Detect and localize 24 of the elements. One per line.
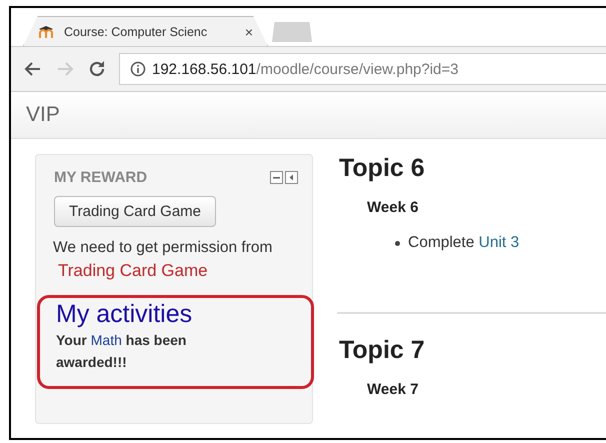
- math-link[interactable]: Math: [90, 332, 122, 348]
- trading-card-game-button[interactable]: Trading Card Game: [54, 196, 216, 227]
- cap-icon: [38, 24, 56, 38]
- task-text: Complete Unit 3: [408, 234, 520, 252]
- activities-heading: My activities: [56, 300, 194, 329]
- topic-heading: Topic 7: [339, 336, 426, 365]
- info-icon[interactable]: [130, 61, 146, 77]
- block-title: MY REWARD: [54, 169, 148, 186]
- trading-card-game-link[interactable]: Trading Card Game: [58, 261, 312, 281]
- permission-message: We need to get permission from: [53, 239, 274, 257]
- week-label: Week 7: [367, 381, 420, 398]
- browser-tab[interactable]: Course: Computer Scienc ×: [23, 16, 268, 46]
- address-bar[interactable]: 192.168.56.101/moodle/course/view.php?id=3: [119, 53, 606, 85]
- close-tab-button[interactable]: ×: [244, 24, 253, 40]
- topic-heading: Topic 6: [339, 154, 426, 183]
- collapse-icon[interactable]: [285, 171, 298, 184]
- minimize-icon[interactable]: [270, 171, 283, 184]
- bullet-icon: [395, 240, 400, 246]
- site-brand[interactable]: VIP: [26, 103, 60, 127]
- tab-title: Course: Computer Scienc: [64, 24, 208, 38]
- week-label: Week 6: [367, 199, 420, 216]
- reload-icon[interactable]: [87, 59, 107, 79]
- unit-link[interactable]: Unit 3: [478, 234, 520, 251]
- award-message: Your Math has been awarded!!!: [56, 331, 188, 372]
